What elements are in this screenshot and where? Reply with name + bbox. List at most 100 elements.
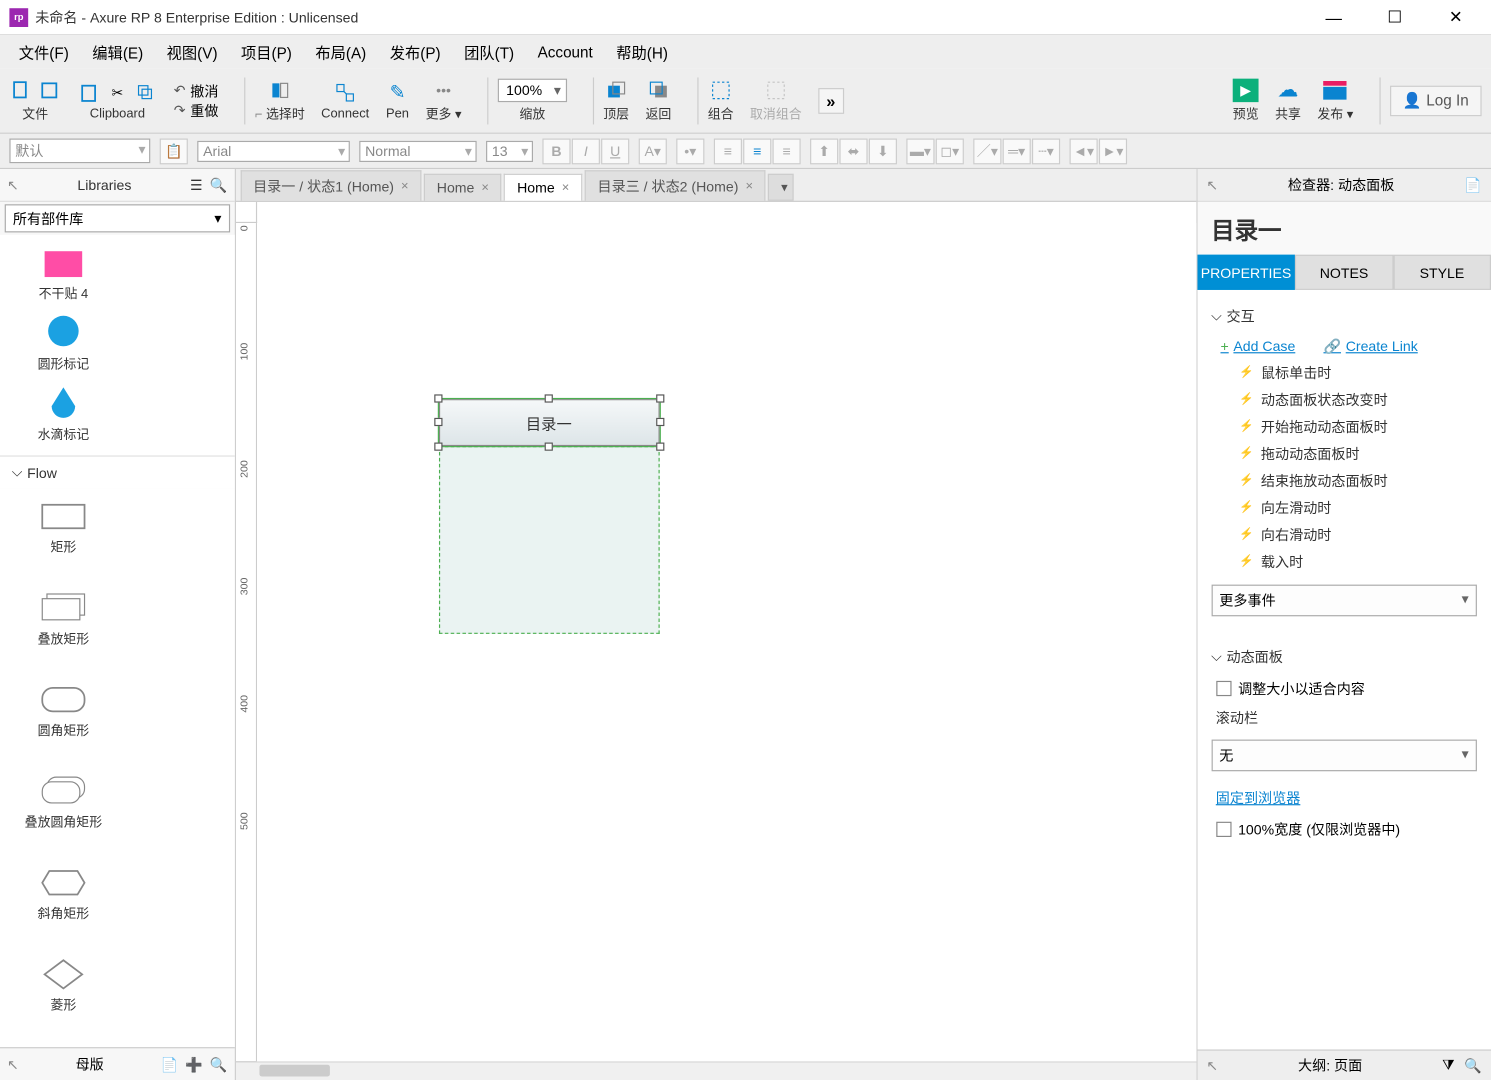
line-width[interactable]: ═▾ [1003, 138, 1031, 164]
line-color[interactable]: ／▾ [973, 138, 1001, 164]
fontsize-select[interactable]: 13 [486, 140, 533, 161]
collapse-icon[interactable]: ↖ [1206, 177, 1218, 193]
selected-widget[interactable]: 目录一 [439, 399, 660, 446]
menu-p[interactable]: 项目(P) [232, 38, 302, 65]
event-item[interactable]: ⚡向右滑动时 [1197, 521, 1491, 548]
menu-h[interactable]: 帮助(H) [607, 38, 677, 65]
tab-close-icon[interactable]: × [745, 179, 753, 193]
arrow-end[interactable]: ►▾ [1099, 138, 1127, 164]
event-item[interactable]: ⚡动态面板状态改变时 [1197, 386, 1491, 413]
full-width-checkbox[interactable]: 100%宽度 (仅限浏览器中) [1197, 815, 1491, 844]
style-select[interactable]: 默认 [9, 139, 150, 164]
menu-account[interactable]: Account [528, 41, 602, 63]
add-icon[interactable]: ➕ [185, 1056, 203, 1072]
collapse-icon[interactable]: ↖ [7, 177, 19, 193]
event-item[interactable]: ⚡载入时 [1197, 548, 1491, 575]
menu-e[interactable]: 编辑(E) [83, 38, 153, 65]
tb-front[interactable]: 顶层 [603, 78, 629, 123]
tb-group[interactable]: 组合 [708, 78, 734, 123]
menu-p[interactable]: 发布(P) [380, 38, 450, 65]
tabs-overflow[interactable]: ▾ [768, 174, 794, 201]
tb-publish[interactable]: 发布 ▾ [1317, 78, 1353, 123]
page-icon[interactable]: 📄 [1464, 177, 1482, 193]
font-select[interactable]: Arial [197, 140, 350, 161]
event-item[interactable]: ⚡鼠标单击时 [1197, 359, 1491, 386]
pin-browser-link[interactable]: 固定到浏览器 [1197, 781, 1491, 815]
canvas[interactable]: 目录一 [257, 223, 1196, 1061]
menu-a[interactable]: 布局(A) [306, 38, 376, 65]
more-events-select[interactable]: 更多事件 [1211, 585, 1477, 617]
tb-file[interactable]: 文件 [9, 78, 61, 123]
canvas-tab[interactable]: 目录一 / 状态1 (Home)× [240, 170, 421, 201]
underline-button[interactable]: U [601, 138, 629, 164]
align-middle[interactable]: ⬌ [839, 138, 867, 164]
library-select[interactable]: 所有部件库 [5, 204, 230, 232]
align-bottom[interactable]: ⬇ [869, 138, 897, 164]
new-file-icon[interactable] [9, 78, 32, 101]
scrollbar-thumb[interactable] [259, 1065, 329, 1077]
section-dynamic-panel[interactable]: ⌵动态面板 [1197, 640, 1491, 674]
login-button[interactable]: 👤 Log In [1390, 85, 1482, 116]
widget-pinktag[interactable]: 不干贴 4 [5, 239, 122, 309]
zoom-select[interactable]: 100% [498, 78, 567, 101]
undo-button[interactable]: ↶撤消 [174, 80, 219, 100]
menu-t[interactable]: 团队(T) [455, 38, 524, 65]
canvas-background-rect[interactable] [439, 446, 660, 634]
tb-select[interactable]: ⌐ 选择时 [255, 78, 305, 123]
event-item[interactable]: ⚡拖动动态面板时 [1197, 440, 1491, 467]
search-icon[interactable]: 🔍 [210, 1056, 228, 1072]
weight-select[interactable]: Normal [359, 140, 476, 161]
inspector-tab-properties[interactable]: PROPERTIES [1197, 255, 1295, 290]
tb-pen[interactable]: ✎ Pen [386, 80, 409, 120]
widget-rrect[interactable]: 圆角矩形 [5, 676, 122, 768]
more-text[interactable]: •▾ [676, 138, 704, 164]
align-top[interactable]: ⬆ [810, 138, 838, 164]
menu-f[interactable]: 文件(F) [9, 38, 78, 65]
add-case-link[interactable]: +Add Case [1220, 338, 1295, 354]
tb-preview[interactable]: ▶ 预览 [1233, 78, 1259, 123]
copy-icon[interactable] [134, 80, 157, 103]
close-button[interactable]: ✕ [1439, 5, 1472, 28]
minimize-button[interactable]: ― [1317, 5, 1350, 28]
widget-bevel[interactable]: 斜角矩形 [5, 859, 122, 951]
canvas-tab[interactable]: Home× [424, 174, 502, 201]
fit-content-checkbox[interactable]: 调整大小以适合内容 [1197, 674, 1491, 703]
canvas-tab[interactable]: 目录三 / 状态2 (Home)× [585, 170, 766, 201]
section-flow[interactable]: ⌵Flow [0, 457, 234, 489]
widget-name-field[interactable]: 目录一 [1197, 202, 1491, 255]
collapse-icon[interactable]: ↖ [1206, 1057, 1218, 1073]
align-center[interactable]: ≡ [743, 138, 771, 164]
menu-icon[interactable]: ☰ [190, 177, 203, 193]
tb-clipboard[interactable]: ✂ Clipboard [77, 80, 157, 120]
search-icon[interactable]: 🔍 [1464, 1057, 1482, 1073]
italic-button[interactable]: I [572, 138, 600, 164]
widget-stackrect[interactable]: 叠放矩形 [5, 585, 122, 677]
inspector-tab-style[interactable]: STYLE [1393, 255, 1491, 290]
section-interactions[interactable]: ⌵交互 [1197, 299, 1491, 333]
align-left[interactable]: ≡ [714, 138, 742, 164]
add-folder-icon[interactable]: 📄 [161, 1056, 179, 1072]
save-file-icon[interactable] [38, 78, 61, 101]
search-icon[interactable]: 🔍 [210, 177, 228, 193]
menu-v[interactable]: 视图(V) [157, 38, 227, 65]
collapse-icon[interactable]: ↖ [7, 1056, 19, 1072]
widget-diamond[interactable]: 菱形 [5, 951, 122, 1043]
line-style[interactable]: ┄▾ [1032, 138, 1060, 164]
tb-ungroup[interactable]: 取消组合 [750, 78, 802, 123]
canvas-tab[interactable]: Home× [504, 174, 582, 201]
tab-close-icon[interactable]: × [401, 179, 409, 193]
tab-close-icon[interactable]: × [481, 181, 489, 195]
maximize-button[interactable]: ☐ [1378, 5, 1411, 28]
event-item[interactable]: ⚡开始拖动动态面板时 [1197, 413, 1491, 440]
bold-button[interactable]: B [542, 138, 570, 164]
paste-icon[interactable] [77, 80, 100, 103]
event-item[interactable]: ⚡结束拖放动态面板时 [1197, 467, 1491, 494]
arrow-start[interactable]: ◄▾ [1070, 138, 1098, 164]
tab-close-icon[interactable]: × [562, 181, 570, 195]
widget-stackrrect[interactable]: 叠放圆角矩形 [5, 768, 122, 860]
tb-more[interactable]: ••• 更多 ▾ [426, 78, 462, 123]
filter-icon[interactable]: ⧩ [1442, 1057, 1455, 1075]
create-link-link[interactable]: 🔗Create Link [1323, 338, 1417, 354]
inspector-tab-notes[interactable]: NOTES [1295, 255, 1393, 290]
text-color[interactable]: A▾ [639, 138, 667, 164]
